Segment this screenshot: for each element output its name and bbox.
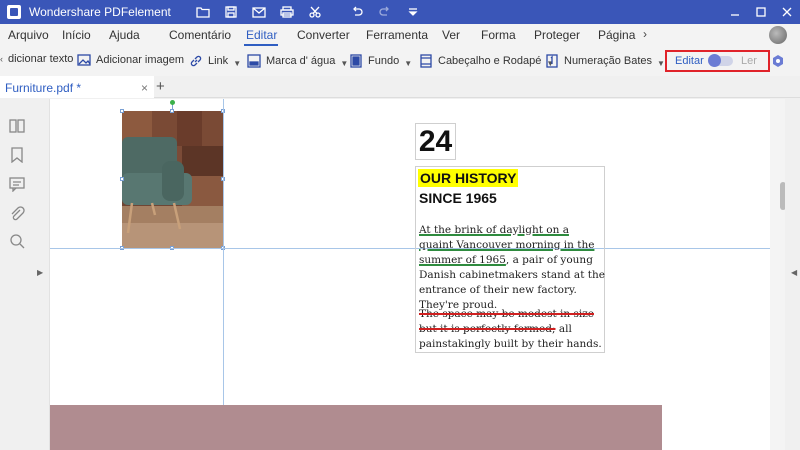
page-number-block[interactable]: 24 xyxy=(415,123,456,160)
menu-ver[interactable]: Ver xyxy=(442,28,460,42)
menu-arquivo[interactable]: Arquivo xyxy=(8,28,49,42)
link-label: Link xyxy=(208,54,229,67)
bookmark-icon[interactable] xyxy=(9,147,25,164)
alignment-guide-vertical xyxy=(223,99,224,450)
open-folder-icon[interactable] xyxy=(191,0,215,24)
save-icon[interactable] xyxy=(219,0,243,24)
tab-label: Furniture.pdf * xyxy=(5,81,82,95)
title-bar: Wondershare PDFelement xyxy=(0,0,800,24)
add-text-label: dicionar texto xyxy=(8,53,74,65)
watermark-label: Marca d' água xyxy=(266,54,336,67)
menu-comentario[interactable]: Comentário xyxy=(169,28,231,42)
document-tab-bar: Furniture.pdf * × + xyxy=(0,76,800,98)
mode-read-label[interactable]: Ler xyxy=(741,55,757,67)
background-label: Fundo xyxy=(368,54,400,67)
bates-number-icon xyxy=(545,53,559,68)
vertical-scrollbar[interactable] xyxy=(770,99,785,450)
menu-forma[interactable]: Forma xyxy=(481,28,516,42)
add-image-label: Adicionar imagem xyxy=(96,54,185,66)
menu-pagina[interactable]: Página xyxy=(598,28,635,42)
search-icon[interactable] xyxy=(9,233,25,249)
chevron-down-icon[interactable]: ▼ xyxy=(340,59,348,68)
header-footer-label: Cabeçalho e Rodapé xyxy=(438,54,542,67)
menu-ferramenta[interactable]: Ferramenta xyxy=(366,28,428,42)
collapse-right-icon[interactable]: ◀ xyxy=(791,268,797,277)
resize-handle-tl[interactable] xyxy=(120,109,124,113)
header-footer-icon xyxy=(419,53,433,68)
chevron-down-icon[interactable]: ▼ xyxy=(657,59,665,68)
dropdown-arrow-icon[interactable] xyxy=(401,0,425,24)
rotate-handle[interactable] xyxy=(170,100,175,105)
toggle-knob[interactable] xyxy=(708,54,721,67)
resize-handle-ml[interactable] xyxy=(120,177,124,181)
background-button[interactable]: Fundo ▼ xyxy=(349,53,412,68)
mail-icon[interactable] xyxy=(247,0,271,24)
scroll-left-icon[interactable]: ‹ xyxy=(0,54,3,64)
header-footer-button[interactable]: Cabeçalho e Rodapé ▼ xyxy=(419,53,554,68)
app-title: Wondershare PDFelement xyxy=(29,5,171,19)
close-tab-icon[interactable]: × xyxy=(141,81,148,95)
menu-more-arrow[interactable]: › xyxy=(643,27,647,41)
maximize-icon[interactable] xyxy=(748,0,774,24)
page-footer-band xyxy=(50,405,662,450)
history-paragraph-1: At the brink of daylight on a quaint Van… xyxy=(419,223,605,313)
pdf-page[interactable]: 24 OUR HISTORY SINCE 1965 At the brink o… xyxy=(50,99,770,450)
active-menu-underline xyxy=(244,44,278,46)
menu-proteger[interactable]: Proteger xyxy=(534,28,580,42)
add-image-button[interactable]: Adicionar imagem xyxy=(77,53,184,67)
sofa-image[interactable] xyxy=(122,111,223,248)
history-text-block[interactable]: OUR HISTORY SINCE 1965 At the brink of d… xyxy=(415,166,605,353)
bates-numbering-label: Numeração Bates xyxy=(564,54,653,67)
avatar[interactable] xyxy=(769,26,787,44)
close-window-icon[interactable] xyxy=(774,0,800,24)
menu-editar[interactable]: Editar xyxy=(246,28,277,42)
background-icon xyxy=(349,53,363,68)
chevron-down-icon[interactable]: ▼ xyxy=(404,59,412,68)
mode-edit-label[interactable]: Editar xyxy=(675,55,704,67)
redo-icon[interactable] xyxy=(373,0,397,24)
history-paragraph-2: The space may be modest in size but it i… xyxy=(419,307,605,352)
edit-read-toggle[interactable] xyxy=(708,54,733,67)
link-button[interactable]: Link ▼ xyxy=(189,53,241,68)
menu-bar: Arquivo Início Ajuda Comentário Editar C… xyxy=(0,24,800,48)
window-controls xyxy=(722,0,800,24)
watermark-icon xyxy=(247,53,261,68)
menu-converter[interactable]: Converter xyxy=(297,28,350,42)
print-icon[interactable] xyxy=(275,0,299,24)
bates-numbering-button[interactable]: Numeração Bates ▼ xyxy=(545,53,665,68)
scissors-icon[interactable] xyxy=(303,0,327,24)
minimize-icon[interactable] xyxy=(722,0,748,24)
undo-icon[interactable] xyxy=(345,0,369,24)
watermark-button[interactable]: Marca d' água ▼ xyxy=(247,53,348,68)
sofa-photo-illustration xyxy=(122,111,223,248)
app-logo-icon xyxy=(7,5,21,19)
chevron-down-icon[interactable]: ▼ xyxy=(233,59,241,68)
collapse-left-icon[interactable]: ▶ xyxy=(37,268,43,277)
since-heading: SINCE 1965 xyxy=(419,190,497,206)
thumbnails-icon[interactable] xyxy=(9,118,25,134)
history-title: OUR HISTORY xyxy=(418,169,519,187)
attachment-icon[interactable] xyxy=(9,205,25,221)
comment-icon[interactable] xyxy=(9,176,25,193)
settings-icon[interactable] xyxy=(771,54,785,68)
menu-ajuda[interactable]: Ajuda xyxy=(109,28,140,42)
left-sidebar xyxy=(0,99,35,450)
link-icon xyxy=(189,54,203,68)
add-text-button[interactable]: ‹ dicionar texto xyxy=(0,53,73,65)
alignment-guide-horizontal xyxy=(50,248,770,249)
add-tab-button[interactable]: + xyxy=(156,78,165,95)
resize-handle-tm[interactable] xyxy=(170,109,174,113)
quick-access-toolbar xyxy=(191,0,425,24)
menu-inicio[interactable]: Início xyxy=(62,28,91,42)
image-icon xyxy=(77,53,91,67)
tab-furniture-pdf[interactable]: Furniture.pdf * × xyxy=(0,76,154,98)
